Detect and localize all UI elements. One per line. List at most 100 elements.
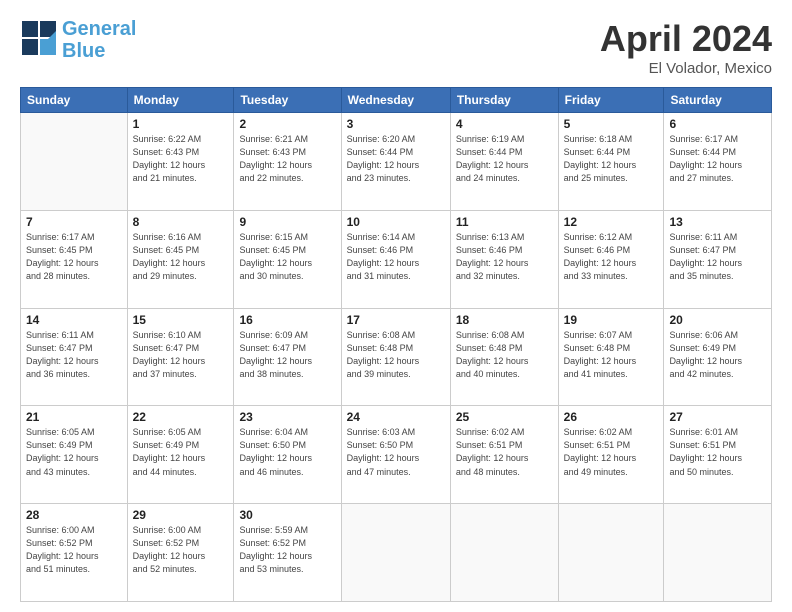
day-info: Sunrise: 6:18 AMSunset: 6:44 PMDaylight:… [564, 133, 659, 185]
day-info: Sunrise: 6:05 AMSunset: 6:49 PMDaylight:… [26, 426, 122, 478]
logo-line1: General [62, 18, 136, 40]
table-row: 1 Sunrise: 6:22 AMSunset: 6:43 PMDaylight… [127, 113, 234, 211]
day-number: 11 [456, 215, 553, 229]
table-row: 27 Sunrise: 6:01 AMSunset: 6:51 PMDayligh… [664, 406, 772, 504]
table-row: 20 Sunrise: 6:06 AMSunset: 6:49 PMDayligh… [664, 308, 772, 406]
day-info: Sunrise: 6:14 AMSunset: 6:46 PMDaylight:… [347, 231, 445, 283]
table-row: 21 Sunrise: 6:05 AMSunset: 6:49 PMDayligh… [21, 406, 128, 504]
day-number: 10 [347, 215, 445, 229]
table-row: 4 Sunrise: 6:19 AMSunset: 6:44 PMDaylight… [450, 113, 558, 211]
main-title: April 2024 [600, 18, 772, 60]
day-number: 12 [564, 215, 659, 229]
day-info: Sunrise: 6:04 AMSunset: 6:50 PMDaylight:… [239, 426, 335, 478]
day-number: 24 [347, 410, 445, 424]
day-number: 18 [456, 313, 553, 327]
day-number: 3 [347, 117, 445, 131]
table-row: 9 Sunrise: 6:15 AMSunset: 6:45 PMDaylight… [234, 210, 341, 308]
day-info: Sunrise: 6:22 AMSunset: 6:43 PMDaylight:… [133, 133, 229, 185]
day-number: 21 [26, 410, 122, 424]
calendar-header-row: Sunday Monday Tuesday Wednesday Thursday… [21, 88, 772, 113]
day-info: Sunrise: 6:12 AMSunset: 6:46 PMDaylight:… [564, 231, 659, 283]
day-number: 22 [133, 410, 229, 424]
calendar: Sunday Monday Tuesday Wednesday Thursday… [20, 87, 772, 602]
day-info: Sunrise: 6:03 AMSunset: 6:50 PMDaylight:… [347, 426, 445, 478]
day-info: Sunrise: 6:00 AMSunset: 6:52 PMDaylight:… [26, 524, 122, 576]
table-row: 11 Sunrise: 6:13 AMSunset: 6:46 PMDayligh… [450, 210, 558, 308]
day-info: Sunrise: 6:17 AMSunset: 6:45 PMDaylight:… [26, 231, 122, 283]
table-row: 26 Sunrise: 6:02 AMSunset: 6:51 PMDayligh… [558, 406, 664, 504]
day-info: Sunrise: 6:07 AMSunset: 6:48 PMDaylight:… [564, 329, 659, 381]
table-row: 24 Sunrise: 6:03 AMSunset: 6:50 PMDayligh… [341, 406, 450, 504]
table-row: 12 Sunrise: 6:12 AMSunset: 6:46 PMDayligh… [558, 210, 664, 308]
table-row [450, 504, 558, 602]
day-number: 25 [456, 410, 553, 424]
table-row: 28Sunrise: 6:00 AMSunset: 6:52 PMDayligh… [21, 504, 128, 602]
day-number: 7 [26, 215, 122, 229]
table-row: 30Sunrise: 5:59 AMSunset: 6:52 PMDayligh… [234, 504, 341, 602]
table-row: 16 Sunrise: 6:09 AMSunset: 6:47 PMDayligh… [234, 308, 341, 406]
day-info: Sunrise: 6:05 AMSunset: 6:49 PMDaylight:… [133, 426, 229, 478]
day-number: 5 [564, 117, 659, 131]
table-row [664, 504, 772, 602]
day-info: Sunrise: 6:01 AMSunset: 6:51 PMDaylight:… [669, 426, 766, 478]
header-wednesday: Wednesday [341, 88, 450, 113]
day-info: Sunrise: 6:16 AMSunset: 6:45 PMDaylight:… [133, 231, 229, 283]
table-row: 5 Sunrise: 6:18 AMSunset: 6:44 PMDaylight… [558, 113, 664, 211]
table-row: 15 Sunrise: 6:10 AMSunset: 6:47 PMDayligh… [127, 308, 234, 406]
table-row: 2Sunrise: 6:21 AMSunset: 6:43 PMDaylight… [234, 113, 341, 211]
subtitle: El Volador, Mexico [600, 60, 772, 77]
day-number: 26 [564, 410, 659, 424]
table-row: 6Sunrise: 6:17 AMSunset: 6:44 PMDaylight… [664, 113, 772, 211]
day-number: 27 [669, 410, 766, 424]
header-tuesday: Tuesday [234, 88, 341, 113]
day-number: 1 [133, 117, 229, 131]
day-info: Sunrise: 6:06 AMSunset: 6:49 PMDaylight:… [669, 329, 766, 381]
table-row: 3 Sunrise: 6:20 AMSunset: 6:44 PMDaylight… [341, 113, 450, 211]
title-block: April 2024 El Volador, Mexico [600, 18, 772, 77]
table-row: 13 Sunrise: 6:11 AMSunset: 6:47 PMDayligh… [664, 210, 772, 308]
day-number: 13 [669, 215, 766, 229]
day-number: 29 [133, 508, 229, 522]
day-number: 15 [133, 313, 229, 327]
table-row: 18 Sunrise: 6:08 AMSunset: 6:48 PMDayligh… [450, 308, 558, 406]
day-info: Sunrise: 6:10 AMSunset: 6:47 PMDaylight:… [133, 329, 229, 381]
table-row [341, 504, 450, 602]
day-info: Sunrise: 6:02 AMSunset: 6:51 PMDaylight:… [564, 426, 659, 478]
day-info: Sunrise: 6:19 AMSunset: 6:44 PMDaylight:… [456, 133, 553, 185]
day-number: 6 [669, 117, 766, 131]
logo: General Blue [20, 18, 136, 62]
day-info: Sunrise: 6:11 AMSunset: 6:47 PMDaylight:… [669, 231, 766, 283]
header-thursday: Thursday [450, 88, 558, 113]
table-row: 7 Sunrise: 6:17 AMSunset: 6:45 PMDaylight… [21, 210, 128, 308]
day-number: 20 [669, 313, 766, 327]
day-number: 8 [133, 215, 229, 229]
day-number: 23 [239, 410, 335, 424]
table-row: 25 Sunrise: 6:02 AMSunset: 6:51 PMDayligh… [450, 406, 558, 504]
day-info: Sunrise: 6:00 AMSunset: 6:52 PMDaylight:… [133, 524, 229, 576]
day-number: 14 [26, 313, 122, 327]
day-info: Sunrise: 6:09 AMSunset: 6:47 PMDaylight:… [239, 329, 335, 381]
table-row: 29 Sunrise: 6:00 AMSunset: 6:52 PMDayligh… [127, 504, 234, 602]
day-number: 2 [239, 117, 335, 131]
header-sunday: Sunday [21, 88, 128, 113]
table-row: 10 Sunrise: 6:14 AMSunset: 6:46 PMDayligh… [341, 210, 450, 308]
table-row: 22 Sunrise: 6:05 AMSunset: 6:49 PMDayligh… [127, 406, 234, 504]
day-info: Sunrise: 6:11 AMSunset: 6:47 PMDaylight:… [26, 329, 122, 381]
table-row: 8 Sunrise: 6:16 AMSunset: 6:45 PMDaylight… [127, 210, 234, 308]
day-info: Sunrise: 6:08 AMSunset: 6:48 PMDaylight:… [456, 329, 553, 381]
day-info: Sunrise: 6:13 AMSunset: 6:46 PMDaylight:… [456, 231, 553, 283]
table-row [558, 504, 664, 602]
table-row: 23 Sunrise: 6:04 AMSunset: 6:50 PMDayligh… [234, 406, 341, 504]
day-number: 19 [564, 313, 659, 327]
header: General Blue April 2024 El Volador, Mexi… [20, 18, 772, 77]
header-monday: Monday [127, 88, 234, 113]
logo-icon [20, 19, 58, 62]
day-number: 4 [456, 117, 553, 131]
day-number: 9 [239, 215, 335, 229]
day-info: Sunrise: 6:02 AMSunset: 6:51 PMDaylight:… [456, 426, 553, 478]
day-info: Sunrise: 6:08 AMSunset: 6:48 PMDaylight:… [347, 329, 445, 381]
day-info: Sunrise: 6:20 AMSunset: 6:44 PMDaylight:… [347, 133, 445, 185]
day-number: 16 [239, 313, 335, 327]
day-info: Sunrise: 6:15 AMSunset: 6:45 PMDaylight:… [239, 231, 335, 283]
table-row: 14 Sunrise: 6:11 AMSunset: 6:47 PMDayligh… [21, 308, 128, 406]
